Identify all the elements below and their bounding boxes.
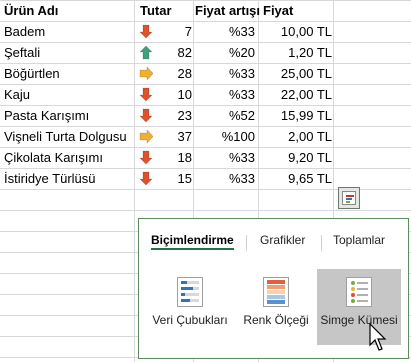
table-row[interactable]: Çikolata Karışımı 18 %33 9,20 TL — [0, 147, 333, 168]
header-row[interactable]: Ürün Adı Tutar Fiyat artışı Fiyat — [0, 0, 333, 21]
option-label: Simge Kümesi — [320, 313, 398, 327]
product-name-cell[interactable]: İstiridye Türlüsü — [4, 168, 134, 189]
option-label: Veri Çubukları — [152, 313, 228, 327]
fiyat-artisi-cell[interactable]: %33 — [195, 84, 255, 105]
tab-bicimlendirme[interactable]: Biçimlendirme — [151, 233, 234, 250]
product-name-cell[interactable]: Vişneli Turta Dolgusu — [4, 126, 134, 147]
trend-icon-cell[interactable] — [136, 42, 154, 63]
arrow-down-icon — [139, 150, 153, 165]
tutar-cell[interactable]: 10 — [155, 84, 192, 105]
product-name-cell[interactable]: Badem — [4, 21, 134, 42]
tutar-cell[interactable]: 23 — [155, 105, 192, 126]
header-tutar[interactable]: Tutar — [140, 0, 190, 21]
quick-analysis-button[interactable] — [338, 187, 360, 209]
fiyat-cell[interactable]: 9,65 TL — [260, 168, 332, 189]
fiyat-artisi-cell[interactable]: %33 — [195, 63, 255, 84]
fiyat-cell[interactable]: 1,20 TL — [260, 42, 332, 63]
arrow-right-icon — [139, 129, 153, 144]
fiyat-artisi-cell[interactable]: %33 — [195, 168, 255, 189]
tutar-cell[interactable]: 82 — [155, 42, 192, 63]
quick-analysis-icon — [346, 195, 354, 203]
icon-set-icon — [346, 277, 372, 307]
table-row[interactable]: Badem 7 %33 10,00 TL — [0, 21, 333, 42]
arrow-down-icon — [139, 87, 153, 102]
table-row[interactable]: Pasta Karışımı 23 %52 15,99 TL — [0, 105, 333, 126]
trend-icon-cell[interactable] — [136, 147, 154, 168]
table-row[interactable]: Kaju 10 %33 22,00 TL — [0, 84, 333, 105]
tutar-cell[interactable]: 37 — [155, 126, 192, 147]
table-row[interactable]: Böğürtlen 28 %33 25,00 TL — [0, 63, 333, 84]
table-row[interactable]: Şeftali 82 %20 1,20 TL — [0, 42, 333, 63]
trend-icon-cell[interactable] — [136, 21, 154, 42]
product-name-cell[interactable]: Kaju — [4, 84, 134, 105]
tutar-cell[interactable]: 7 — [155, 21, 192, 42]
fiyat-artisi-cell[interactable]: %33 — [195, 21, 255, 42]
tab-separator — [321, 235, 322, 251]
header-urun-adi[interactable]: Ürün Adı — [4, 0, 134, 21]
fiyat-cell[interactable]: 2,00 TL — [260, 126, 332, 147]
mouse-pointer-icon — [369, 323, 387, 351]
gridline — [0, 210, 411, 211]
table-row[interactable]: Vişneli Turta Dolgusu 37 %100 2,00 TL — [0, 126, 333, 147]
arrow-down-icon — [139, 24, 153, 39]
trend-icon-cell[interactable] — [136, 126, 154, 147]
product-name-cell[interactable]: Böğürtlen — [4, 63, 134, 84]
fiyat-cell[interactable]: 15,99 TL — [260, 105, 332, 126]
product-name-cell[interactable]: Çikolata Karışımı — [4, 147, 134, 168]
fiyat-artisi-cell[interactable]: %33 — [195, 147, 255, 168]
product-name-cell[interactable]: Pasta Karışımı — [4, 105, 134, 126]
fiyat-cell[interactable]: 22,00 TL — [260, 84, 332, 105]
fiyat-cell[interactable]: 25,00 TL — [260, 63, 332, 84]
tutar-cell[interactable]: 28 — [155, 63, 192, 84]
panel-tabs: Biçimlendirme Grafikler Toplamlar — [139, 229, 410, 255]
tutar-cell[interactable]: 15 — [155, 168, 192, 189]
tab-toplamlar[interactable]: Toplamlar — [333, 233, 385, 247]
fiyat-artisi-cell[interactable]: %52 — [195, 105, 255, 126]
arrow-right-icon — [139, 66, 153, 81]
option-label: Renk Ölçeği — [243, 313, 309, 327]
tab-separator — [246, 235, 247, 251]
fiyat-cell[interactable]: 9,20 TL — [260, 147, 332, 168]
header-fiyat[interactable]: Fiyat — [263, 0, 331, 21]
fiyat-artisi-cell[interactable]: %20 — [195, 42, 255, 63]
table-row[interactable]: İstiridye Türlüsü 15 %33 9,65 TL — [0, 168, 333, 189]
option-data-bars[interactable]: Veri Çubukları — [149, 269, 231, 345]
tab-grafikler[interactable]: Grafikler — [260, 233, 305, 247]
fiyat-cell[interactable]: 10,00 TL — [260, 21, 332, 42]
arrow-down-icon — [139, 171, 153, 186]
trend-icon-cell[interactable] — [136, 168, 154, 189]
trend-icon-cell[interactable] — [136, 63, 154, 84]
header-fiyat-artisi[interactable]: Fiyat artışı — [195, 0, 263, 21]
fiyat-artisi-cell[interactable]: %100 — [195, 126, 255, 147]
arrow-down-icon — [139, 108, 153, 123]
option-color-scale[interactable]: Renk Ölçeği — [235, 269, 317, 345]
data-bars-icon — [177, 277, 203, 307]
arrow-up-icon — [139, 45, 153, 60]
product-name-cell[interactable]: Şeftali — [4, 42, 134, 63]
trend-icon-cell[interactable] — [136, 84, 154, 105]
tutar-cell[interactable]: 18 — [155, 147, 192, 168]
trend-icon-cell[interactable] — [136, 105, 154, 126]
option-icon-set[interactable]: Simge Kümesi — [317, 269, 401, 345]
color-scale-icon — [263, 277, 289, 307]
